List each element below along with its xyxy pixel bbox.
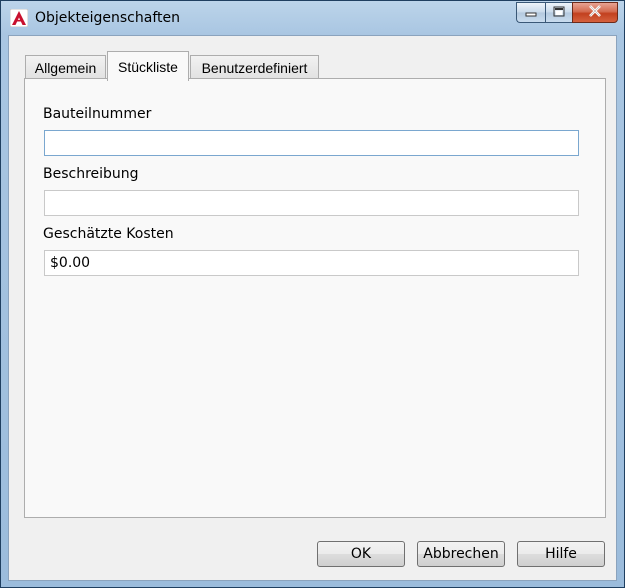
help-button[interactable]: Hilfe [517,541,605,567]
tab-custom[interactable]: Benutzerdefiniert [190,55,319,79]
cancel-button[interactable]: Abbrechen [417,541,505,567]
dialog-client-area: Allgemein Stückliste Benutzerdefiniert B… [8,35,617,581]
tab-general[interactable]: Allgemein [25,55,106,79]
window-title: Objekteigenschaften [35,10,180,26]
window-controls [516,2,618,24]
properties-dialog-window: Objekteigenschaften Allgemein Stückliste… [0,0,625,588]
tab-bill-of-materials[interactable]: Stückliste [107,51,189,81]
close-button[interactable] [572,2,618,23]
estimated-cost-input[interactable] [44,250,579,276]
part-number-input[interactable] [44,130,579,156]
description-label: Beschreibung [43,166,139,182]
maximize-icon [553,5,565,21]
title-bar[interactable]: Objekteigenschaften [1,1,624,35]
autocad-logo-icon [9,8,29,28]
maximize-button[interactable] [545,2,572,23]
close-icon [588,4,602,21]
minimize-button[interactable] [516,2,545,23]
description-input[interactable] [44,190,579,216]
minimize-icon [525,5,537,21]
estimated-cost-label: Geschätzte Kosten [43,226,174,242]
ok-button[interactable]: OK [317,541,405,567]
tab-panel-bill-of-materials: Bauteilnummer Beschreibung Geschätzte Ko… [24,78,606,518]
part-number-label: Bauteilnummer [43,106,152,122]
